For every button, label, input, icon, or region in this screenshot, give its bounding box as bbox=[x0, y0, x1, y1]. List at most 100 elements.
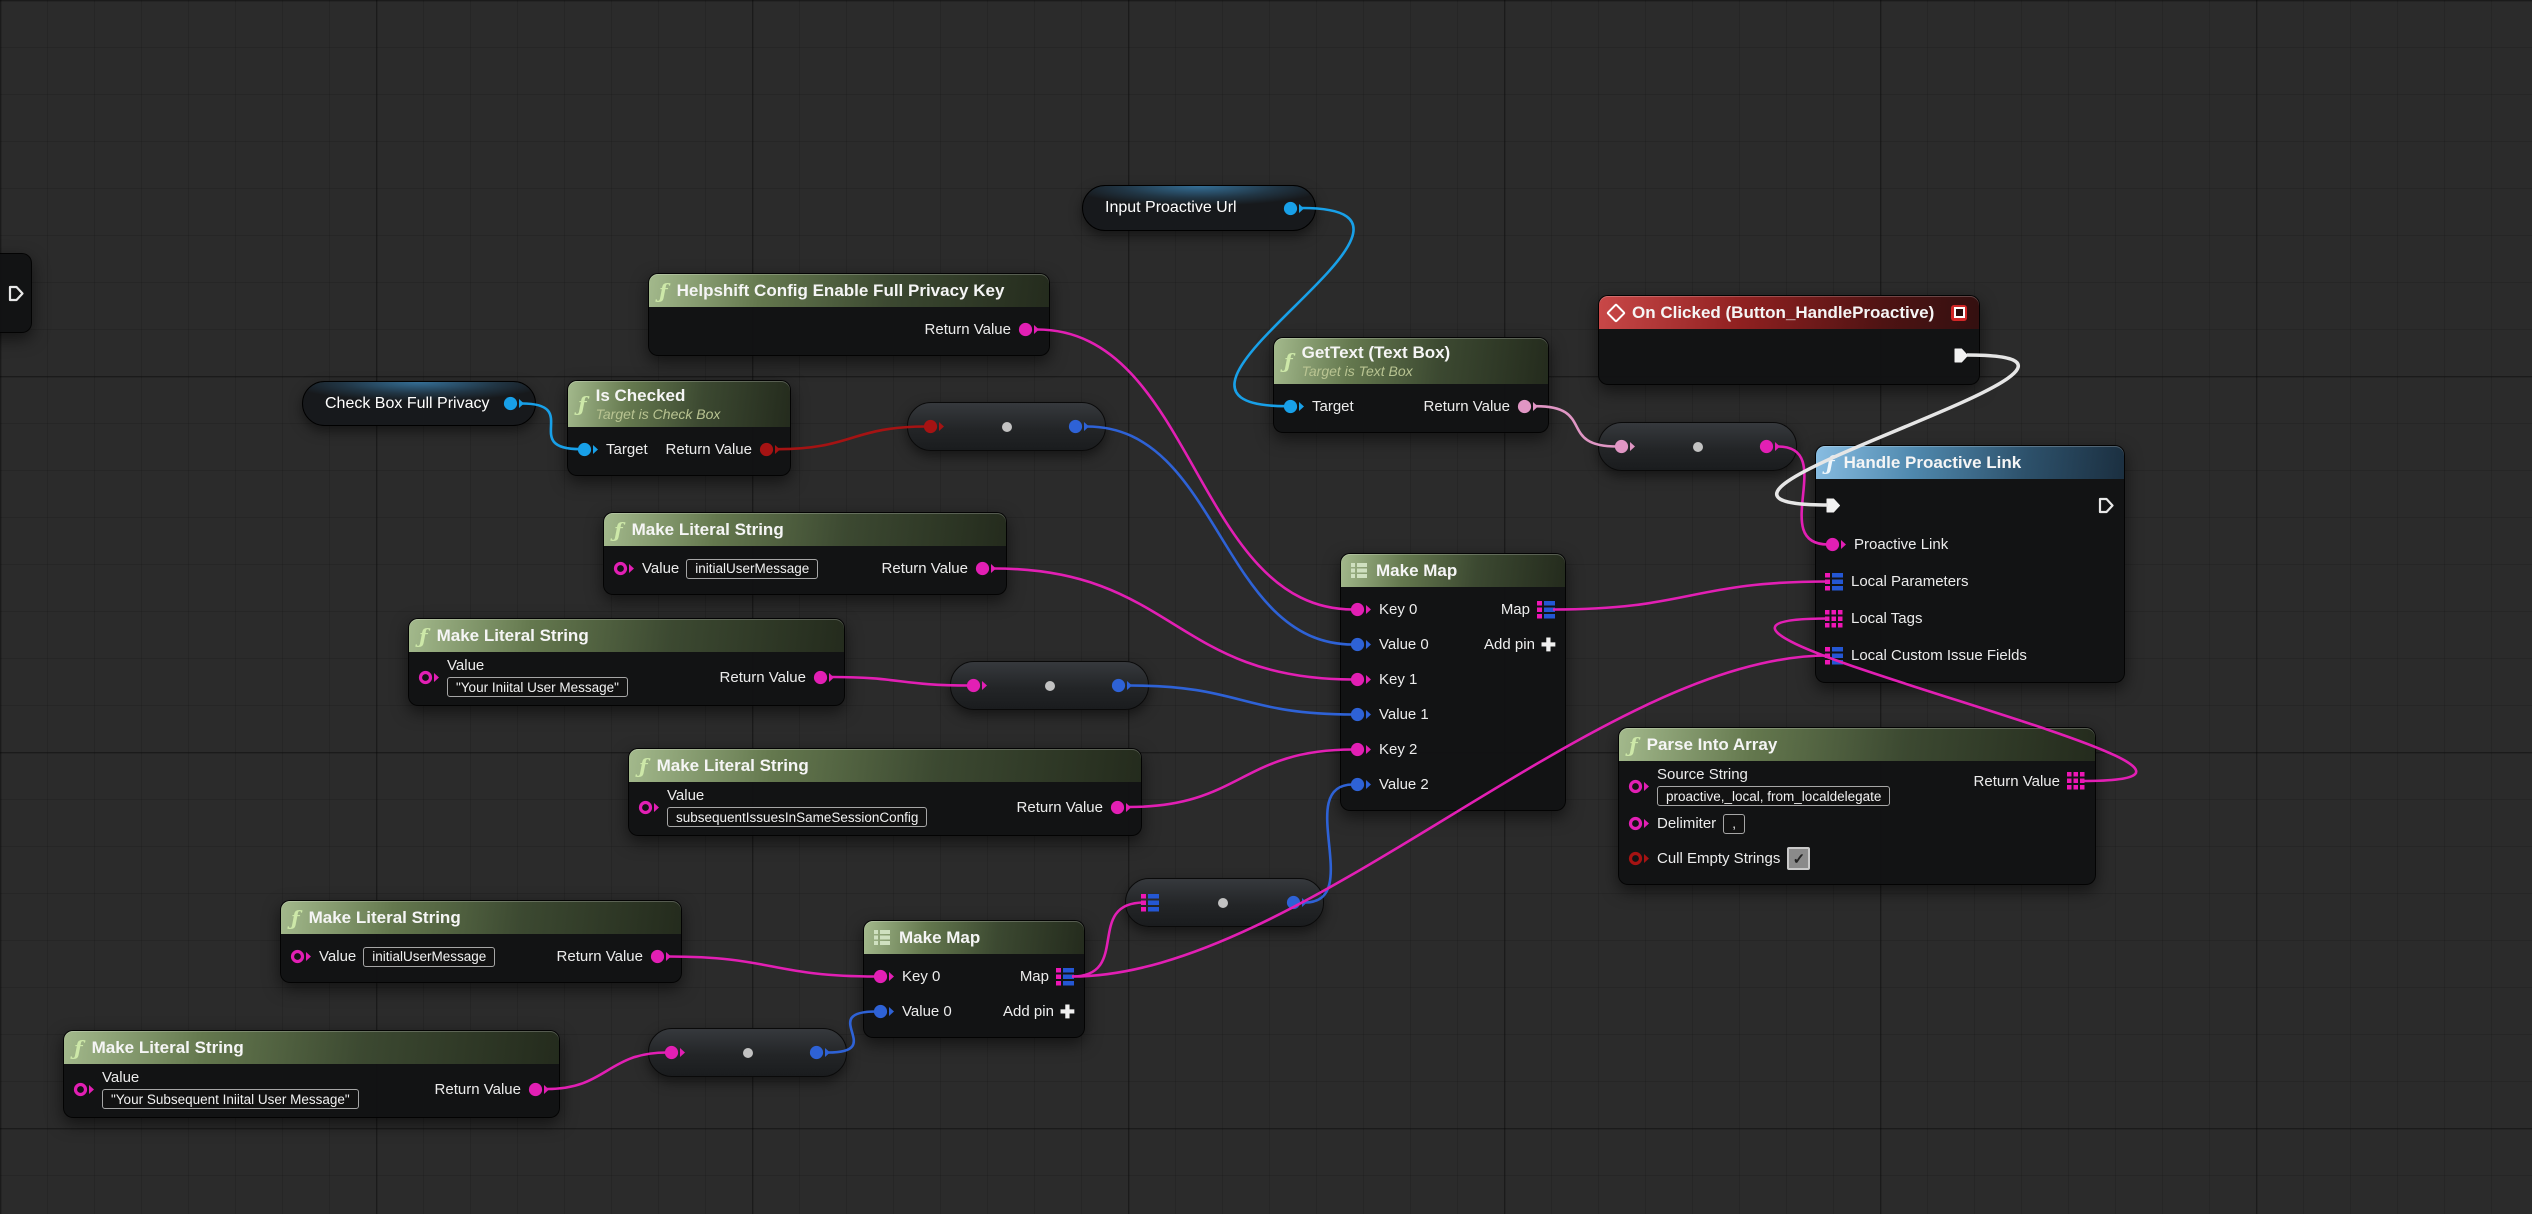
execOut-pin-exec-icon[interactable] bbox=[2098, 497, 2115, 514]
delegate-pin-icon[interactable] bbox=[1951, 305, 1967, 321]
in-pin-string-icon[interactable] bbox=[664, 1044, 686, 1061]
node-header[interactable]: Make Map bbox=[1341, 554, 1565, 587]
in-pin-map-icon[interactable] bbox=[1141, 894, 1160, 912]
local-tags-pin-array-icon[interactable] bbox=[1825, 610, 1844, 628]
return-value-pin-text-icon[interactable] bbox=[1517, 398, 1539, 415]
node-header[interactable]: On Clicked (Button_HandleProactive) bbox=[1599, 296, 1979, 329]
in-pin-text-icon[interactable] bbox=[1614, 438, 1636, 455]
cull-empty-strings-pin-bool-icon[interactable] bbox=[1628, 850, 1650, 867]
node-on-clicked[interactable]: On Clicked (Button_HandleProactive) bbox=[1598, 295, 1980, 385]
delimiter-pin-string-icon[interactable] bbox=[1628, 815, 1650, 832]
source-string-pin-string-icon[interactable] bbox=[1628, 778, 1650, 795]
return-value-pin-bool-icon[interactable] bbox=[759, 441, 781, 458]
value-field[interactable]: "Your Iniital User Message" bbox=[447, 677, 628, 697]
out-pin-value-icon[interactable] bbox=[1068, 418, 1090, 435]
offscreen-node-fragment[interactable] bbox=[0, 253, 32, 333]
pin-group: Return Value bbox=[1974, 772, 2086, 790]
node-header[interactable]: ƒMake Literal String bbox=[604, 513, 1006, 546]
key-2-pin-string-icon[interactable] bbox=[1350, 741, 1372, 758]
node-mls3[interactable]: ƒMake Literal StringValuesubsequentIssue… bbox=[628, 748, 1142, 836]
value-pin-string-icon[interactable] bbox=[290, 948, 312, 965]
local-custom-issue-fields-pin-map-icon[interactable] bbox=[1825, 647, 1844, 665]
node-mls2[interactable]: ƒMake Literal StringValue"Your Iniital U… bbox=[408, 618, 845, 706]
key-0-pin-string-icon[interactable] bbox=[1350, 601, 1372, 618]
variable-getter-check-box-full-privacy[interactable]: Check Box Full Privacy bbox=[302, 381, 536, 426]
node-header[interactable]: ƒGetText (Text Box)Target is Text Box bbox=[1274, 338, 1548, 384]
pin-group: Value 2 bbox=[1350, 776, 1429, 793]
node-helpshift-config[interactable]: ƒHelpshift Config Enable Full Privacy Ke… bbox=[648, 273, 1050, 356]
in-pin-string-icon[interactable] bbox=[966, 677, 988, 694]
out-pin-object-icon[interactable] bbox=[1283, 200, 1305, 217]
local-parameters-pin-map-icon[interactable] bbox=[1825, 573, 1844, 591]
value-0-pin-value-icon[interactable] bbox=[873, 1003, 895, 1020]
value-field[interactable]: initialUserMessage bbox=[686, 559, 818, 579]
node-handle-proactive-link[interactable]: ƒHandle Proactive LinkProactive LinkLoca… bbox=[1815, 445, 2125, 683]
add-pin-button[interactable]: Add pin✚ bbox=[1484, 636, 1556, 654]
out-pin-value-icon[interactable] bbox=[1286, 894, 1308, 911]
conversion-pill-reroute-e[interactable] bbox=[1598, 422, 1797, 471]
return-value-pin-string-icon[interactable] bbox=[1018, 321, 1040, 338]
value-field[interactable]: , bbox=[1723, 814, 1745, 834]
value-field[interactable]: proactive,_local, from_localdelegate bbox=[1657, 786, 1890, 806]
blueprint-graph-canvas[interactable]: Input Proactive Url Check Box Full Privac… bbox=[0, 0, 2532, 1214]
value-1-pin-value-icon[interactable] bbox=[1350, 706, 1372, 723]
node-is-checked[interactable]: ƒIs CheckedTarget is Check BoxTargetRetu… bbox=[567, 380, 791, 476]
key-1-pin-string-icon[interactable] bbox=[1350, 671, 1372, 688]
conversion-pill-reroute-d[interactable] bbox=[648, 1028, 847, 1077]
return-value-pin-string-icon[interactable] bbox=[1110, 799, 1132, 816]
node-header[interactable]: Make Map bbox=[864, 921, 1084, 954]
value-field[interactable]: initialUserMessage bbox=[363, 947, 495, 967]
target-pin-object-icon[interactable] bbox=[1283, 398, 1305, 415]
node-header[interactable]: ƒHelpshift Config Enable Full Privacy Ke… bbox=[649, 274, 1049, 307]
node-header[interactable]: ƒMake Literal String bbox=[629, 749, 1141, 782]
return-value-pin-string-icon[interactable] bbox=[813, 669, 835, 686]
conversion-pill-reroute-b[interactable] bbox=[950, 661, 1149, 710]
node-header[interactable]: ƒParse Into Array bbox=[1619, 728, 2095, 761]
return-value-pin-string-icon[interactable] bbox=[528, 1081, 550, 1098]
node-header[interactable]: ƒMake Literal String bbox=[64, 1031, 559, 1064]
target-pin-object-icon[interactable] bbox=[577, 441, 599, 458]
in-pin-bool-icon[interactable] bbox=[923, 418, 945, 435]
value-pin-string-icon[interactable] bbox=[73, 1081, 95, 1098]
proactive-link-pin-string-icon[interactable] bbox=[1825, 536, 1847, 553]
pin-label: Value bbox=[642, 560, 679, 577]
conversion-pill-reroute-a[interactable] bbox=[907, 402, 1106, 451]
node-header[interactable]: ƒHandle Proactive Link bbox=[1816, 446, 2124, 479]
out-pin-value-icon[interactable] bbox=[1111, 677, 1133, 694]
key-0-pin-string-icon[interactable] bbox=[873, 968, 895, 985]
map-pin-map-icon[interactable] bbox=[1056, 968, 1075, 986]
pin-row: Value 2 bbox=[1341, 767, 1565, 802]
map-pin-map-icon[interactable] bbox=[1537, 601, 1556, 619]
value-pin-string-icon[interactable] bbox=[613, 560, 635, 577]
add-pin-button[interactable]: Add pin✚ bbox=[1003, 1003, 1075, 1021]
node-header[interactable]: ƒMake Literal String bbox=[281, 901, 681, 934]
return-value-pin-array-icon[interactable] bbox=[2067, 772, 2086, 790]
node-header[interactable]: ƒMake Literal String bbox=[409, 619, 844, 652]
execOut-pin-exec-icon[interactable] bbox=[8, 285, 25, 302]
conversion-pill-reroute-c[interactable] bbox=[1125, 878, 1324, 927]
cull-empty-strings-checkbox[interactable]: ✓ bbox=[1787, 847, 1810, 870]
return-value-pin-string-icon[interactable] bbox=[650, 948, 672, 965]
value-pin-string-icon[interactable] bbox=[638, 799, 660, 816]
node-make-map-small[interactable]: Make MapKey 0MapValue 0Add pin✚ bbox=[863, 920, 1085, 1038]
node-header[interactable]: ƒIs CheckedTarget is Check Box bbox=[568, 381, 790, 427]
value-2-pin-value-icon[interactable] bbox=[1350, 776, 1372, 793]
node-mls1[interactable]: ƒMake Literal String Value initialUserMess… bbox=[603, 512, 1007, 595]
out-pin-value-icon[interactable] bbox=[809, 1044, 831, 1061]
value-0-pin-value-icon[interactable] bbox=[1350, 636, 1372, 653]
node-gettext[interactable]: ƒGetText (Text Box)Target is Text BoxTar… bbox=[1273, 337, 1549, 433]
value-field[interactable]: "Your Subsequent Iniital User Message" bbox=[102, 1089, 359, 1109]
value-pin-string-icon[interactable] bbox=[418, 669, 440, 686]
return-value-pin-string-icon[interactable] bbox=[975, 560, 997, 577]
out-pin-object-icon[interactable] bbox=[503, 395, 525, 412]
node-mls5[interactable]: ƒMake Literal String Value "Your Subsequen… bbox=[63, 1030, 560, 1118]
node-make-map-big[interactable]: Make MapKey 0MapValue 0Add pin✚Key 1Valu… bbox=[1340, 553, 1566, 811]
node-mls4[interactable]: ƒMake Literal StringValueinitialUserMess… bbox=[280, 900, 682, 983]
pin-label: Value bbox=[102, 1069, 139, 1086]
out-pin-string-icon[interactable] bbox=[1759, 438, 1781, 455]
execOut-pin-exec-icon[interactable] bbox=[1953, 347, 1970, 364]
variable-getter-input-proactive-url[interactable]: Input Proactive Url bbox=[1082, 185, 1316, 231]
node-parse-into-array[interactable]: ƒParse Into ArraySource Stringproactive,… bbox=[1618, 727, 2096, 885]
value-field[interactable]: subsequentIssuesInSameSessionConfig bbox=[667, 807, 927, 827]
execIn-pin-exec-icon[interactable] bbox=[1825, 497, 1842, 514]
